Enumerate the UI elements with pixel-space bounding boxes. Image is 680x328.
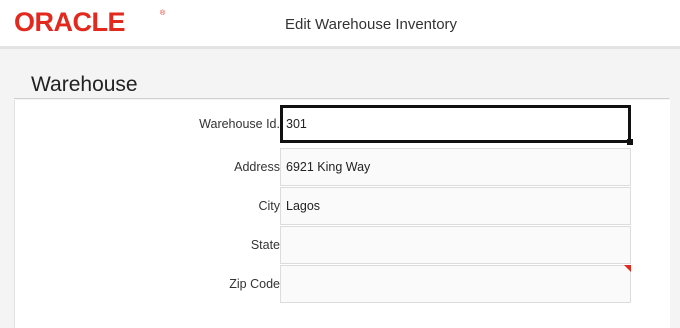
state-field[interactable] xyxy=(280,226,631,264)
cell-fill-handle[interactable] xyxy=(627,139,633,145)
form-row-city: City Lagos xyxy=(15,187,670,225)
warehouse-id-field[interactable]: 301 xyxy=(280,105,633,145)
zip-code-field[interactable] xyxy=(280,265,631,303)
warehouse-id-value: 301 xyxy=(286,117,307,131)
form-row-address: Address 6921 King Way xyxy=(15,148,670,186)
app-header: ORACLE ® Edit Warehouse Inventory xyxy=(0,0,680,49)
form-row-zip-code: Zip Code xyxy=(15,265,670,303)
section-divider xyxy=(14,98,669,99)
warehouse-form: Warehouse Id. 301 Address 6921 King Way … xyxy=(14,100,670,328)
state-label: State xyxy=(250,238,280,252)
registered-mark: ® xyxy=(160,10,166,17)
city-label: City xyxy=(258,199,280,213)
address-label: Address xyxy=(234,160,280,174)
oracle-logo: ORACLE xyxy=(14,7,126,37)
address-field[interactable]: 6921 King Way xyxy=(280,148,631,186)
required-indicator-icon xyxy=(624,265,631,272)
zip-code-label: Zip Code xyxy=(229,277,280,291)
form-row-warehouse-id: Warehouse Id. 301 xyxy=(15,105,670,145)
section-title: Warehouse xyxy=(31,73,138,96)
city-field[interactable]: Lagos xyxy=(280,187,631,225)
city-value: Lagos xyxy=(286,199,321,213)
page-title: Edit Warehouse Inventory xyxy=(285,16,458,33)
form-row-state: State xyxy=(15,226,670,264)
warehouse-id-label: Warehouse Id. xyxy=(199,117,280,131)
address-value: 6921 King Way xyxy=(286,160,371,174)
